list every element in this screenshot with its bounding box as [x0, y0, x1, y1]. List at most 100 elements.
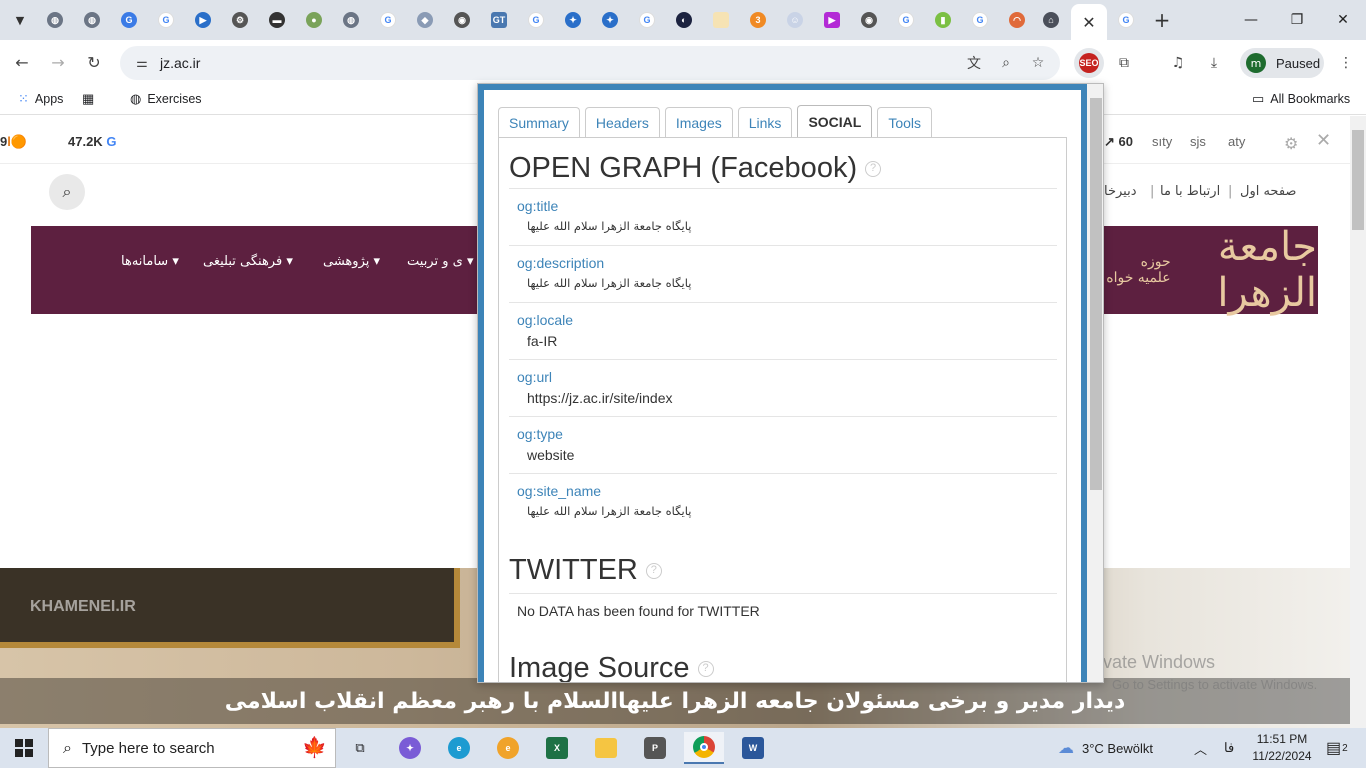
seo-extension-button[interactable]: SEO — [1074, 48, 1104, 78]
bookmark-apps[interactable]: ⁙ Apps — [18, 91, 63, 107]
back-button[interactable]: ← — [8, 48, 36, 76]
forward-button[interactable]: → — [44, 48, 72, 76]
browser-tab[interactable]: ● — [299, 8, 329, 32]
browser-tab[interactable]: ▬ — [262, 8, 292, 32]
edge-icon[interactable]: e — [439, 732, 479, 764]
scrollbar-thumb[interactable] — [1352, 130, 1364, 230]
bookmark-star-icon[interactable]: ☆ — [1026, 52, 1050, 74]
close-tab-icon[interactable]: ✕ — [1082, 13, 1095, 32]
browser-tab[interactable] — [706, 8, 736, 32]
tab-links[interactable]: Links — [737, 107, 793, 137]
page-scrollbar[interactable] — [1350, 116, 1366, 728]
top-link-contact[interactable]: ارتباط با ما — [1160, 184, 1220, 199]
word-icon[interactable]: W — [733, 732, 773, 764]
site-info-icon[interactable]: ⚌ — [128, 56, 156, 71]
tab-tools[interactable]: Tools — [877, 107, 933, 137]
tab-images[interactable]: Images — [664, 107, 733, 137]
browser-tab[interactable]: ◍ — [77, 8, 107, 32]
media-controls-icon[interactable]: ♫ — [1166, 52, 1190, 74]
seo-tool-icon[interactable]: sjs — [1190, 134, 1206, 149]
address-bar[interactable]: ⚌ jz.ac.ir — [120, 46, 1060, 80]
browser-tab[interactable]: ⌂ — [1036, 8, 1066, 32]
tab-headers[interactable]: Headers — [584, 107, 660, 137]
download-icon[interactable]: ⤓ — [1202, 52, 1226, 74]
close-window-button[interactable]: ✕ — [1320, 0, 1366, 40]
browser-tab[interactable]: ✦ — [595, 8, 625, 32]
taskbar-search[interactable]: ⌕ Type here to search 🍁 — [48, 728, 336, 768]
scrollbar-thumb[interactable] — [1090, 98, 1102, 490]
all-bookmarks[interactable]: ▭ All Bookmarks — [1252, 91, 1350, 107]
chrome-menu-icon[interactable]: ⋮ — [1334, 52, 1358, 74]
bookmark-label: All Bookmarks — [1270, 92, 1351, 106]
help-icon[interactable]: ? — [645, 563, 662, 580]
browser-tab[interactable]: ◍ — [336, 8, 366, 32]
browser-tab[interactable]: G — [373, 8, 403, 32]
start-button[interactable] — [0, 728, 48, 768]
help-icon[interactable]: ? — [865, 161, 882, 178]
tab-summary[interactable]: Summary — [498, 107, 580, 137]
profile-button[interactable]: m Paused — [1240, 48, 1324, 78]
browser-tab[interactable]: ✦ — [558, 8, 588, 32]
browser-tab[interactable]: ◍ — [40, 8, 70, 32]
notification-center[interactable]: ▤ 2 — [1326, 728, 1348, 768]
bookmark-exercises[interactable]: ◍ Exercises — [130, 91, 202, 107]
tab-search-menu-icon[interactable]: ▼ — [8, 8, 32, 32]
copilot-icon[interactable]: ✦ — [390, 732, 430, 764]
browser-tab[interactable]: ☺ — [780, 8, 810, 32]
nav-item-systems[interactable]: ▾ سامانه‌ها — [121, 254, 179, 269]
minimize-button[interactable]: — — [1228, 0, 1274, 40]
browser-tab[interactable]: ▮ — [928, 8, 958, 32]
browser-tab[interactable]: G — [114, 8, 144, 32]
browser-tab[interactable]: ▶ — [817, 8, 847, 32]
taskbar-clock[interactable]: 11:51 PM 11/22/2024 — [1244, 731, 1320, 765]
weather-widget[interactable]: ☁ 3°C Bewölkt — [1058, 728, 1153, 768]
nav-item-education[interactable]: ▾ ی و تربیت — [407, 254, 474, 269]
site-logo[interactable]: جامعة الزهرا حوزه علمیه خواه — [1105, 224, 1317, 316]
url-text[interactable]: jz.ac.ir — [160, 55, 200, 71]
browser-tab[interactable]: ▶ — [188, 8, 218, 32]
browser-tab[interactable]: ◠ — [1002, 8, 1032, 32]
popup-scrollbar[interactable] — [1087, 84, 1103, 682]
top-link-secretariat[interactable]: دبیرخا — [1104, 184, 1137, 199]
input-language[interactable]: فا — [1224, 728, 1234, 768]
zoom-icon[interactable]: ⌕ — [994, 52, 1018, 74]
tab-social[interactable]: SOCIAL — [797, 105, 873, 137]
app-icon[interactable]: e — [488, 732, 528, 764]
browser-tab[interactable]: G — [151, 8, 181, 32]
nav-item-research[interactable]: ▾ پژوهشی — [323, 254, 380, 269]
help-icon[interactable]: ? — [697, 661, 714, 678]
browser-tab[interactable]: ⚙ — [225, 8, 255, 32]
site-search-button[interactable]: ⌕ — [49, 174, 85, 210]
close-seobar-icon[interactable]: ✕ — [1316, 130, 1331, 151]
excel-icon[interactable]: X — [537, 732, 577, 764]
browser-tab[interactable]: ◉ — [854, 8, 884, 32]
settings-gear-icon[interactable]: ⚙ — [1284, 134, 1298, 154]
browser-tab[interactable]: G — [965, 8, 995, 32]
bookmark-grid[interactable]: ▦ — [82, 91, 100, 107]
seo-tool-icon[interactable]: sıty — [1152, 134, 1172, 149]
new-tab-button[interactable]: + — [1150, 8, 1174, 32]
chrome-icon[interactable] — [684, 732, 724, 764]
browser-tab[interactable]: G — [891, 8, 921, 32]
site-icon: ◆ — [417, 12, 433, 28]
restore-button[interactable]: ❐ — [1274, 0, 1320, 40]
extensions-puzzle-icon[interactable]: ⧉ — [1112, 52, 1136, 74]
active-tab[interactable]: ✕ — [1071, 4, 1107, 40]
tray-overflow-icon[interactable]: ︿ — [1194, 728, 1207, 768]
translate-icon[interactable]: 文 — [962, 52, 986, 74]
browser-tab[interactable]: G — [1111, 8, 1141, 32]
browser-tab[interactable]: ◐ — [669, 8, 699, 32]
browser-tab[interactable]: ◉ — [447, 8, 477, 32]
top-link-home[interactable]: صفحه اول — [1240, 184, 1296, 199]
browser-tab[interactable]: G — [521, 8, 551, 32]
browser-tab[interactable]: 3 — [743, 8, 773, 32]
browser-tab[interactable]: ◆ — [410, 8, 440, 32]
task-view-icon[interactable]: ⧉ — [340, 732, 380, 764]
nav-item-culture[interactable]: ▾ فرهنگی تبلیغی — [203, 254, 293, 269]
browser-tab[interactable]: G — [632, 8, 662, 32]
file-explorer-icon[interactable] — [586, 732, 626, 764]
app-p-icon[interactable]: P — [635, 732, 675, 764]
browser-tab[interactable]: GT — [484, 8, 514, 32]
seo-tool-icon[interactable]: aty — [1228, 134, 1245, 149]
reload-button[interactable]: ↻ — [80, 48, 108, 76]
